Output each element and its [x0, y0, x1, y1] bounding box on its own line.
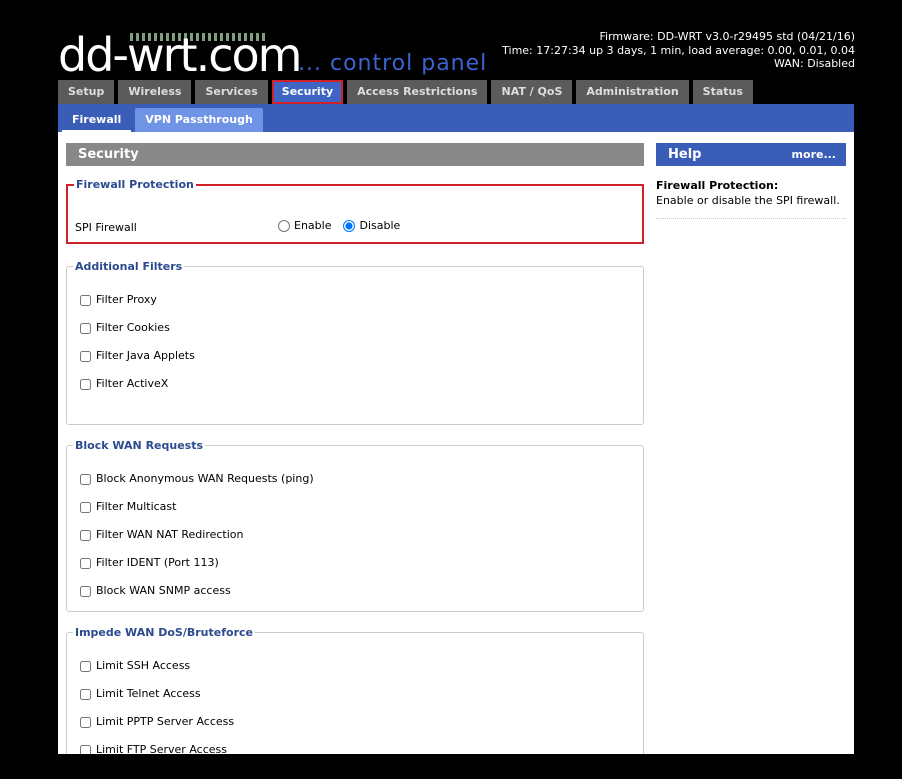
filter-java-row[interactable]: Filter Java Applets	[75, 347, 195, 365]
main-tabs: Setup Wireless Services Security Access …	[58, 80, 753, 104]
filter-activex-row[interactable]: Filter ActiveX	[75, 375, 168, 393]
spi-disable-option[interactable]: Disable	[343, 219, 400, 232]
subtab-vpn-passthrough[interactable]: VPN Passthrough	[135, 108, 263, 132]
spi-firewall-radio-group: Enable Disable	[278, 219, 412, 232]
logo-main: dd-wrt.com	[58, 28, 302, 82]
tab-wireless[interactable]: Wireless	[118, 80, 192, 104]
filter-ident-label: Filter IDENT (Port 113)	[96, 556, 219, 569]
subtab-firewall[interactable]: Firewall	[62, 108, 132, 132]
firmware-info: Firmware: DD-WRT v3.0-r29495 std (04/21/…	[502, 30, 855, 71]
tab-access-restrictions[interactable]: Access Restrictions	[347, 80, 488, 104]
tab-administration[interactable]: Administration	[576, 80, 689, 104]
block-snmp-label: Block WAN SNMP access	[96, 584, 231, 597]
filter-nat-redirect-label: Filter WAN NAT Redirection	[96, 528, 244, 541]
limit-telnet-label: Limit Telnet Access	[96, 687, 201, 700]
ddwrt-logo: dd-wrt.com ... control panel	[58, 31, 488, 79]
limit-telnet-row[interactable]: Limit Telnet Access	[75, 685, 201, 703]
help-divider	[656, 218, 846, 219]
additional-filters-legend: Additional Filters	[75, 260, 183, 273]
spi-disable-label: Disable	[359, 219, 401, 232]
tab-nat-qos[interactable]: NAT / QoS	[491, 80, 573, 104]
app-frame: dd-wrt.com ... control panel Firmware: D…	[25, 25, 877, 754]
filter-ident-checkbox[interactable]	[80, 557, 91, 569]
limit-ssh-checkbox[interactable]	[80, 660, 91, 672]
block-snmp-row[interactable]: Block WAN SNMP access	[75, 582, 231, 600]
block-ping-label: Block Anonymous WAN Requests (ping)	[96, 472, 314, 485]
limit-ssh-row[interactable]: Limit SSH Access	[75, 657, 190, 675]
block-wan-box: Block WAN Requests Block Anonymous WAN R…	[66, 439, 644, 612]
filter-cookies-row[interactable]: Filter Cookies	[75, 319, 170, 337]
spi-enable-option[interactable]: Enable	[278, 219, 331, 232]
content-area: Security Firewall Protection SPI Firewal…	[58, 132, 854, 754]
help-more-link[interactable]: more...	[792, 143, 836, 166]
sub-tabs: Firewall VPN Passthrough	[62, 108, 263, 132]
filter-multicast-row[interactable]: Filter Multicast	[75, 498, 176, 516]
help-title-text: Help	[668, 147, 702, 162]
section-title: Security	[66, 143, 644, 166]
filter-java-checkbox[interactable]	[80, 350, 91, 362]
limit-pptp-label: Limit PPTP Server Access	[96, 715, 235, 728]
limit-ftp-row[interactable]: Limit FTP Server Access	[75, 741, 227, 754]
block-ping-checkbox[interactable]	[80, 473, 91, 485]
filter-proxy-label: Filter Proxy	[96, 293, 157, 306]
block-ping-row[interactable]: Block Anonymous WAN Requests (ping)	[75, 470, 314, 488]
filter-ident-row[interactable]: Filter IDENT (Port 113)	[75, 554, 219, 572]
subtab-band: Firewall VPN Passthrough	[58, 104, 854, 132]
filter-cookies-checkbox[interactable]	[80, 322, 91, 334]
block-wan-legend: Block WAN Requests	[75, 439, 204, 452]
tab-setup[interactable]: Setup	[58, 80, 115, 104]
filter-multicast-checkbox[interactable]	[80, 501, 91, 513]
filter-java-label: Filter Java Applets	[96, 349, 195, 362]
filter-proxy-checkbox[interactable]	[80, 294, 91, 306]
filter-activex-checkbox[interactable]	[80, 378, 91, 390]
help-body: Firewall Protection: Enable or disable t…	[656, 178, 846, 208]
tab-services[interactable]: Services	[195, 80, 268, 104]
spi-disable-radio[interactable]	[343, 219, 356, 232]
block-snmp-checkbox[interactable]	[80, 585, 91, 597]
wan-status: WAN: Disabled	[773, 57, 855, 70]
filter-activex-label: Filter ActiveX	[96, 377, 169, 390]
filter-cookies-label: Filter Cookies	[96, 321, 170, 334]
help-topic: Firewall Protection:	[656, 179, 779, 192]
firewall-protection-legend: Firewall Protection	[76, 178, 194, 191]
filter-proxy-row[interactable]: Filter Proxy	[75, 291, 157, 309]
additional-filters-box: Additional Filters Filter Proxy Filter C…	[66, 260, 644, 425]
spi-enable-radio[interactable]	[278, 219, 290, 232]
header: dd-wrt.com ... control panel Firmware: D…	[25, 25, 877, 105]
logo-sub: ... control panel	[298, 51, 488, 76]
impede-dos-box: Impede WAN DoS/Bruteforce Limit SSH Acce…	[66, 626, 644, 754]
limit-pptp-row[interactable]: Limit PPTP Server Access	[75, 713, 234, 731]
filter-multicast-label: Filter Multicast	[96, 500, 177, 513]
firmware-version: Firmware: DD-WRT v3.0-r29495 std (04/21/…	[599, 30, 855, 43]
impede-dos-legend: Impede WAN DoS/Bruteforce	[75, 626, 253, 639]
spi-firewall-label: SPI Firewall	[75, 221, 137, 234]
uptime: Time: 17:27:34 up 3 days, 1 min, load av…	[502, 43, 855, 57]
spi-enable-label: Enable	[294, 219, 332, 232]
limit-ftp-label: Limit FTP Server Access	[96, 743, 227, 754]
limit-pptp-checkbox[interactable]	[80, 716, 91, 728]
help-text: Enable or disable the SPI firewall.	[656, 194, 840, 207]
firewall-protection-box: Firewall Protection SPI Firewall Enable …	[66, 178, 644, 244]
tab-status[interactable]: Status	[692, 80, 753, 104]
filter-nat-redirect-row[interactable]: Filter WAN NAT Redirection	[75, 526, 244, 544]
limit-ssh-label: Limit SSH Access	[96, 659, 191, 672]
tab-security[interactable]: Security	[271, 80, 344, 104]
limit-telnet-checkbox[interactable]	[80, 688, 91, 700]
limit-ftp-checkbox[interactable]	[80, 744, 91, 754]
help-title: Help more...	[656, 143, 846, 166]
filter-nat-redirect-checkbox[interactable]	[80, 529, 91, 541]
